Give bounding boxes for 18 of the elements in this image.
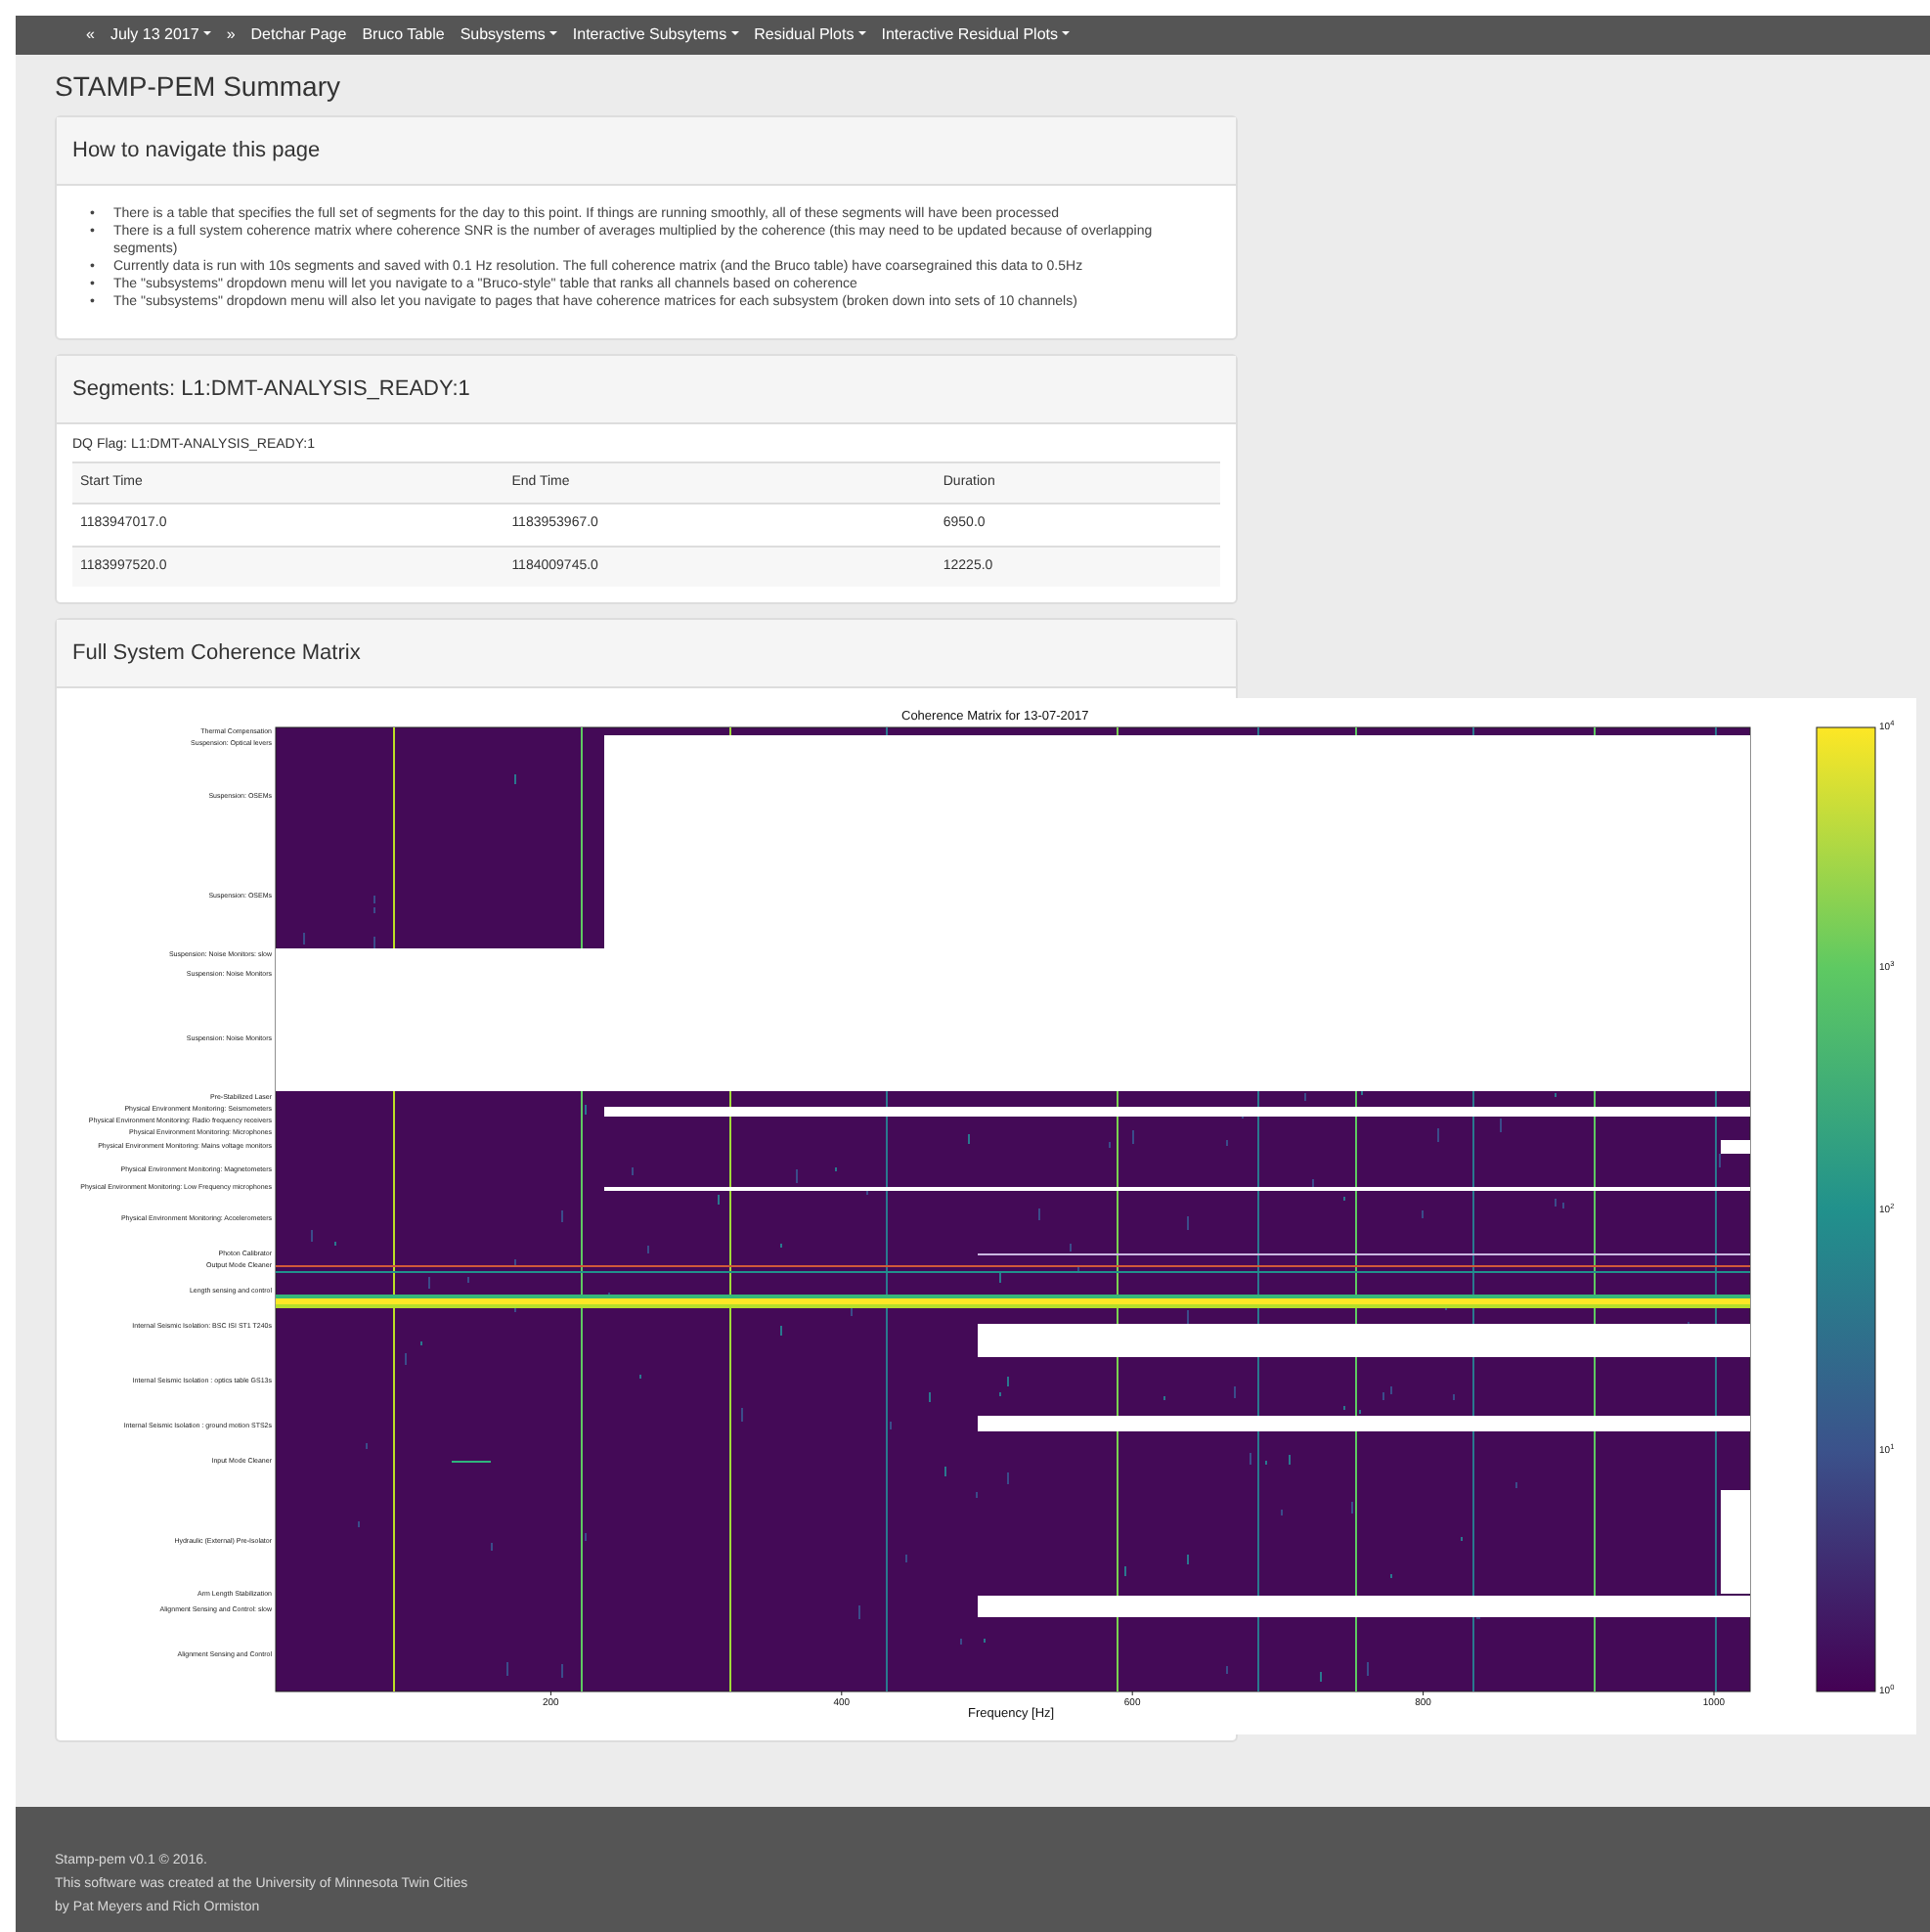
tick-mark — [1131, 1690, 1133, 1696]
tick-mark — [1713, 1690, 1715, 1696]
panel-title: Segments: L1:DMT-ANALYSIS_READY:1 — [72, 374, 470, 405]
tick-mark — [1423, 1690, 1425, 1696]
panel-title: How to navigate this page — [72, 136, 321, 166]
nav-link[interactable]: » — [226, 23, 236, 47]
dropdown-menu-link[interactable]: July 13 2017 — [110, 23, 211, 47]
nav-link[interactable]: Bruco Table — [362, 23, 445, 47]
page-title: STAMP-PEM Summary — [55, 68, 342, 104]
nav-link[interactable]: « — [86, 23, 95, 47]
tick-mark — [549, 1690, 551, 1696]
nav-link[interactable]: Detchar Page — [250, 23, 347, 47]
tick-mark — [841, 1690, 843, 1696]
dropdown-menu-link[interactable]: Interactive Subsytems — [572, 23, 739, 47]
panel-title: Full System Coherence Matrix — [72, 638, 361, 669]
dropdown-menu-link[interactable]: Subsystems — [460, 23, 557, 47]
dropdown-menu-link[interactable]: Residual Plots — [754, 23, 866, 47]
dropdown-menu-link[interactable]: Interactive Residual Plots — [881, 23, 1070, 47]
